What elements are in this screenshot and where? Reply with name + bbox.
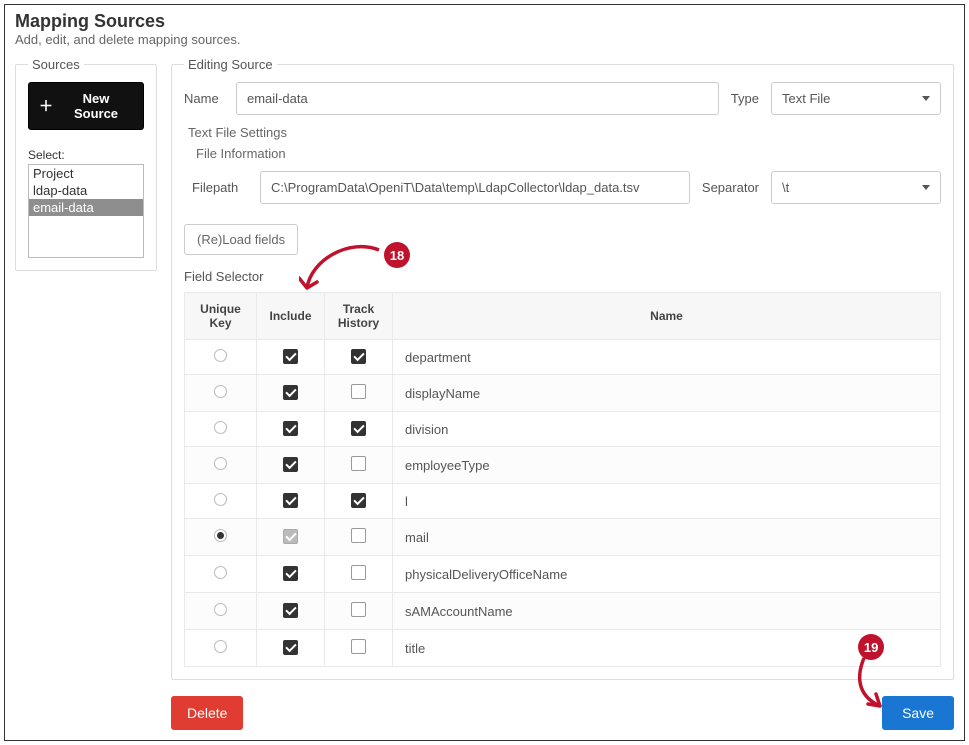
type-select[interactable]: Text File	[771, 82, 941, 115]
source-item[interactable]: Project	[29, 165, 143, 182]
plus-icon: ＋	[39, 99, 53, 113]
table-row: division	[185, 412, 941, 447]
track-history-checkbox[interactable]	[351, 565, 366, 580]
new-source-label: New Source	[59, 91, 133, 121]
field-name: sAMAccountName	[393, 593, 941, 630]
track-history-checkbox[interactable]	[351, 602, 366, 617]
field-name: displayName	[393, 375, 941, 412]
textfile-settings-legend: Text File Settings	[184, 125, 291, 140]
filepath-input[interactable]	[260, 171, 690, 204]
field-name: department	[393, 340, 941, 375]
unique-key-radio[interactable]	[214, 385, 227, 398]
unique-key-radio[interactable]	[214, 421, 227, 434]
chevron-down-icon	[922, 96, 930, 101]
source-item[interactable]: ldap-data	[29, 182, 143, 199]
track-history-checkbox[interactable]	[351, 493, 366, 508]
editing-source-panel: Editing Source Name Type Text File Text …	[171, 57, 954, 680]
unique-key-radio[interactable]	[214, 640, 227, 653]
table-row: sAMAccountName	[185, 593, 941, 630]
include-checkbox[interactable]	[283, 349, 298, 364]
new-source-button[interactable]: ＋ New Source	[28, 82, 144, 130]
unique-key-radio[interactable]	[214, 566, 227, 579]
track-history-checkbox[interactable]	[351, 384, 366, 399]
unique-key-radio[interactable]	[214, 603, 227, 616]
field-name: mail	[393, 519, 941, 556]
source-list[interactable]: Projectldap-dataemail-data	[28, 164, 144, 258]
unique-key-radio[interactable]	[214, 529, 227, 542]
table-row: employeeType	[185, 447, 941, 484]
track-history-checkbox[interactable]	[351, 349, 366, 364]
table-row: department	[185, 340, 941, 375]
unique-key-radio[interactable]	[214, 349, 227, 362]
include-checkbox[interactable]	[283, 603, 298, 618]
name-input[interactable]	[236, 82, 719, 115]
fileinfo-legend: File Information	[192, 146, 290, 161]
unique-key-radio[interactable]	[214, 457, 227, 470]
include-checkbox[interactable]	[283, 457, 298, 472]
track-history-checkbox[interactable]	[351, 639, 366, 654]
unique-key-radio[interactable]	[214, 493, 227, 506]
include-checkbox[interactable]	[283, 566, 298, 581]
name-label: Name	[184, 91, 224, 106]
table-row: title	[185, 630, 941, 667]
filepath-label: Filepath	[192, 180, 248, 195]
table-row: l	[185, 484, 941, 519]
include-checkbox[interactable]	[283, 493, 298, 508]
select-label: Select:	[28, 148, 144, 162]
col-unique-key: Unique Key	[185, 293, 257, 340]
source-item[interactable]: email-data	[29, 199, 143, 216]
sources-legend: Sources	[28, 57, 84, 72]
delete-button[interactable]: Delete	[171, 696, 243, 730]
track-history-checkbox[interactable]	[351, 528, 366, 543]
field-name: l	[393, 484, 941, 519]
field-name: physicalDeliveryOfficeName	[393, 556, 941, 593]
type-value: Text File	[782, 91, 830, 106]
include-checkbox	[283, 529, 298, 544]
table-row: physicalDeliveryOfficeName	[185, 556, 941, 593]
callout-badge-18: 18	[384, 242, 410, 268]
editing-source-legend: Editing Source	[184, 57, 277, 72]
separator-value: \t	[782, 180, 789, 195]
page-subtitle: Add, edit, and delete mapping sources.	[15, 32, 954, 47]
reload-fields-button[interactable]: (Re)Load fields	[184, 224, 298, 255]
include-checkbox[interactable]	[283, 421, 298, 436]
include-checkbox[interactable]	[283, 385, 298, 400]
col-name: Name	[393, 293, 941, 340]
track-history-checkbox[interactable]	[351, 421, 366, 436]
table-row: mail	[185, 519, 941, 556]
field-name: employeeType	[393, 447, 941, 484]
field-name: division	[393, 412, 941, 447]
separator-select[interactable]: \t	[771, 171, 941, 204]
callout-badge-19: 19	[858, 634, 884, 660]
type-label: Type	[731, 91, 759, 106]
track-history-checkbox[interactable]	[351, 456, 366, 471]
sources-panel: Sources ＋ New Source Select: Projectldap…	[15, 57, 157, 271]
table-row: displayName	[185, 375, 941, 412]
field-selector-label: Field Selector	[184, 269, 941, 284]
include-checkbox[interactable]	[283, 640, 298, 655]
chevron-down-icon	[922, 185, 930, 190]
field-selector-table: Unique Key Include TrackHistory Name dep…	[184, 292, 941, 667]
separator-label: Separator	[702, 180, 759, 195]
page-title: Mapping Sources	[15, 11, 954, 32]
